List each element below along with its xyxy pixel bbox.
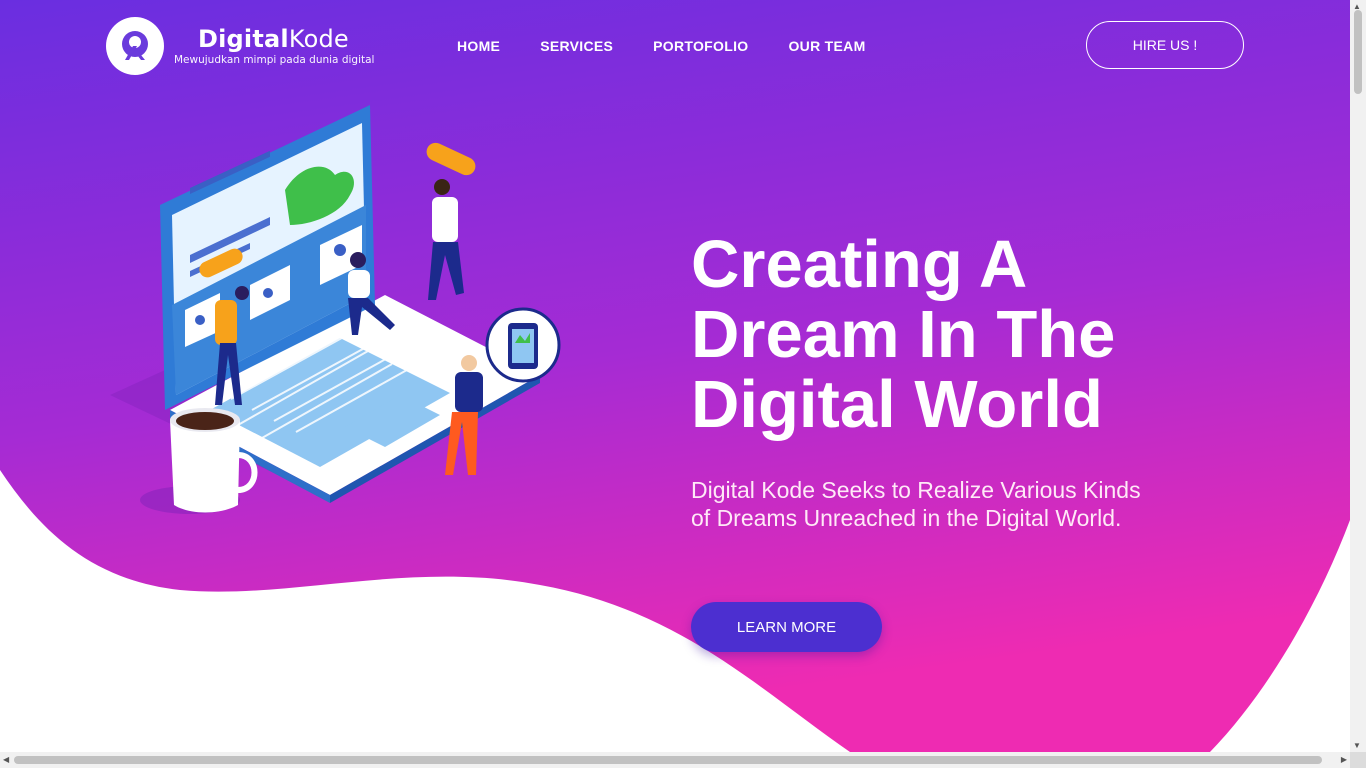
hero-subtext: Digital Kode Seeks to Realize Various Ki… xyxy=(691,477,1141,531)
digitalkode-logo-icon xyxy=(106,17,164,75)
learn-more-button[interactable]: LEARN MORE xyxy=(691,602,882,652)
nav-our-team-link[interactable]: OUR TEAM xyxy=(788,38,865,54)
scroll-down-arrow-icon[interactable]: ▼ xyxy=(1353,741,1361,750)
vertical-scrollbar-thumb[interactable] xyxy=(1354,10,1362,94)
brand-name: DigitalKode xyxy=(198,25,374,53)
nav-services-link[interactable]: SERVICES xyxy=(540,38,613,54)
scroll-left-arrow-icon[interactable]: ◀ xyxy=(3,755,9,764)
navbar: DigitalKode Mewujudkan mimpi pada dunia … xyxy=(0,0,1350,92)
brand-logo[interactable]: DigitalKode Mewujudkan mimpi pada dunia … xyxy=(106,17,374,75)
scroll-right-arrow-icon[interactable]: ▶ xyxy=(1341,755,1347,764)
hire-us-button[interactable]: HIRE US ! xyxy=(1086,21,1244,69)
nav-portofolio-link[interactable]: PORTOFOLIO xyxy=(653,38,748,54)
horizontal-scrollbar-thumb[interactable] xyxy=(14,756,1322,764)
horizontal-scrollbar[interactable]: ◀ ▶ xyxy=(0,752,1350,768)
scrollbar-corner xyxy=(1350,752,1366,768)
nav-home-link[interactable]: HOME xyxy=(457,38,500,54)
main-menu: HOME SERVICES PORTOFOLIO OUR TEAM xyxy=(457,38,906,54)
brand-tagline: Mewujudkan mimpi pada dunia digital xyxy=(174,54,375,66)
vertical-scrollbar[interactable]: ▲ ▼ xyxy=(1350,0,1366,752)
brand-name-bold: Digital xyxy=(198,25,289,53)
brand-name-regular: Kode xyxy=(288,25,349,53)
isometric-laptop-team-illustration xyxy=(110,105,561,514)
hero-headline: Creating A Dream In The Digital World xyxy=(691,227,1116,442)
